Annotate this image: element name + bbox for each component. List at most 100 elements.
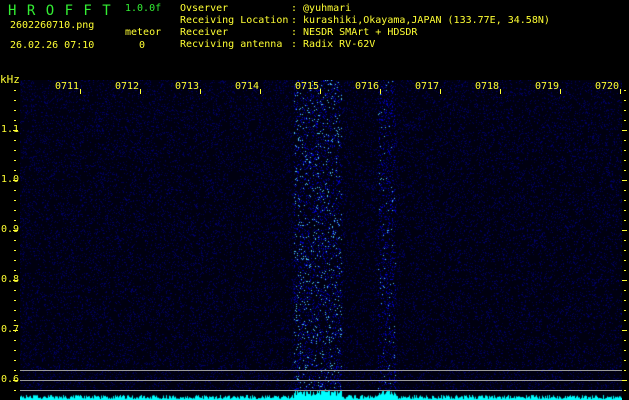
- reference-line: [20, 380, 622, 381]
- x-tick-label: 0716: [355, 81, 379, 93]
- y-minor-tick-right: [624, 180, 626, 181]
- filename: 2602260710.png: [10, 20, 94, 32]
- info-label: Receiver: [180, 27, 228, 39]
- y-minor-tick: [14, 150, 16, 151]
- y-minor-tick-right: [624, 140, 626, 141]
- y-minor-tick: [14, 240, 16, 241]
- x-tick: [260, 89, 261, 94]
- info-value: : Radix RV-62V: [291, 39, 375, 51]
- info-value: : @yuhmari: [291, 3, 351, 15]
- x-tick-label: 0718: [475, 81, 499, 93]
- x-tick-label: 0714: [235, 81, 259, 93]
- x-tick-label: 0719: [535, 81, 559, 93]
- y-minor-tick: [14, 230, 16, 231]
- y-minor-tick-right: [624, 330, 626, 331]
- y-minor-tick: [14, 300, 16, 301]
- y-unit: kHz: [0, 74, 20, 86]
- y-minor-tick-right: [624, 260, 626, 261]
- y-minor-tick-right: [624, 90, 626, 91]
- y-minor-tick: [14, 260, 16, 261]
- y-minor-tick-right: [624, 280, 626, 281]
- y-minor-tick-right: [624, 160, 626, 161]
- y-minor-tick: [14, 380, 16, 381]
- spectrogram: [20, 80, 622, 400]
- y-minor-tick: [14, 370, 16, 371]
- y-minor-tick-right: [624, 130, 626, 131]
- info-value: : NESDR SMArt + HDSDR: [291, 27, 417, 39]
- reference-line: [20, 370, 622, 371]
- y-minor-tick-right: [624, 220, 626, 221]
- x-tick-label: 0712: [115, 81, 139, 93]
- y-minor-tick-right: [624, 200, 626, 201]
- y-minor-tick: [14, 210, 16, 211]
- y-minor-tick: [14, 140, 16, 141]
- y-minor-tick-right: [624, 210, 626, 211]
- x-tick: [380, 89, 381, 94]
- y-minor-tick-right: [624, 270, 626, 271]
- y-minor-tick: [14, 200, 16, 201]
- y-minor-tick-right: [624, 250, 626, 251]
- y-minor-tick-right: [624, 380, 626, 381]
- y-minor-tick-right: [624, 120, 626, 121]
- y-minor-tick: [14, 250, 16, 251]
- x-tick: [560, 89, 561, 94]
- y-minor-tick: [14, 190, 16, 191]
- y-minor-tick: [14, 160, 16, 161]
- app-title: H R O F F T: [8, 3, 112, 19]
- y-minor-tick: [14, 220, 16, 221]
- y-minor-tick-right: [624, 310, 626, 311]
- y-minor-tick-right: [624, 360, 626, 361]
- info-value: : kurashiki,Okayama,JAPAN (133.77E, 34.5…: [291, 15, 550, 27]
- y-minor-tick: [14, 360, 16, 361]
- info-label: Receiving Location: [180, 15, 288, 27]
- y-minor-tick-right: [624, 100, 626, 101]
- y-minor-tick: [14, 330, 16, 331]
- y-minor-tick: [14, 390, 16, 391]
- y-minor-tick: [14, 280, 16, 281]
- y-minor-tick: [14, 320, 16, 321]
- meteor-label: meteor: [125, 27, 161, 39]
- x-tick: [500, 89, 501, 94]
- x-tick-label: 0717: [415, 81, 439, 93]
- y-minor-tick-right: [624, 290, 626, 291]
- x-tick: [620, 89, 621, 94]
- x-tick-label: 0720: [595, 81, 619, 93]
- y-minor-tick-right: [624, 390, 626, 391]
- y-minor-tick-right: [624, 350, 626, 351]
- x-tick-label: 0713: [175, 81, 199, 93]
- y-minor-tick-right: [624, 240, 626, 241]
- version: 1.0.0f: [125, 3, 161, 15]
- y-minor-tick: [14, 180, 16, 181]
- y-minor-tick: [14, 110, 16, 111]
- reference-line: [20, 390, 622, 391]
- info-label: Recviving antenna: [180, 39, 282, 51]
- y-minor-tick: [14, 100, 16, 101]
- x-tick-label: 0715: [295, 81, 319, 93]
- x-tick: [140, 89, 141, 94]
- x-tick: [440, 89, 441, 94]
- y-minor-tick-right: [624, 320, 626, 321]
- datetime: 26.02.26 07:10: [10, 40, 94, 52]
- y-minor-tick-right: [624, 300, 626, 301]
- y-minor-tick: [14, 130, 16, 131]
- x-tick: [320, 89, 321, 94]
- y-minor-tick-right: [624, 150, 626, 151]
- y-minor-tick-right: [624, 170, 626, 171]
- x-tick-label: 0711: [55, 81, 79, 93]
- y-minor-tick-right: [624, 230, 626, 231]
- x-tick: [80, 89, 81, 94]
- y-minor-tick-right: [624, 110, 626, 111]
- y-minor-tick: [14, 120, 16, 121]
- hrofft-window: H R O F F T 1.0.0f 2602260710.png 26.02.…: [0, 0, 629, 400]
- meteor-count: 0: [139, 40, 145, 52]
- y-minor-tick-right: [624, 370, 626, 371]
- y-minor-tick: [14, 310, 16, 311]
- info-label: Ovserver: [180, 3, 228, 15]
- y-minor-tick: [14, 340, 16, 341]
- y-minor-tick: [14, 350, 16, 351]
- y-minor-tick: [14, 90, 16, 91]
- y-minor-tick: [14, 270, 16, 271]
- y-minor-tick: [14, 290, 16, 291]
- x-tick: [200, 89, 201, 94]
- y-minor-tick-right: [624, 340, 626, 341]
